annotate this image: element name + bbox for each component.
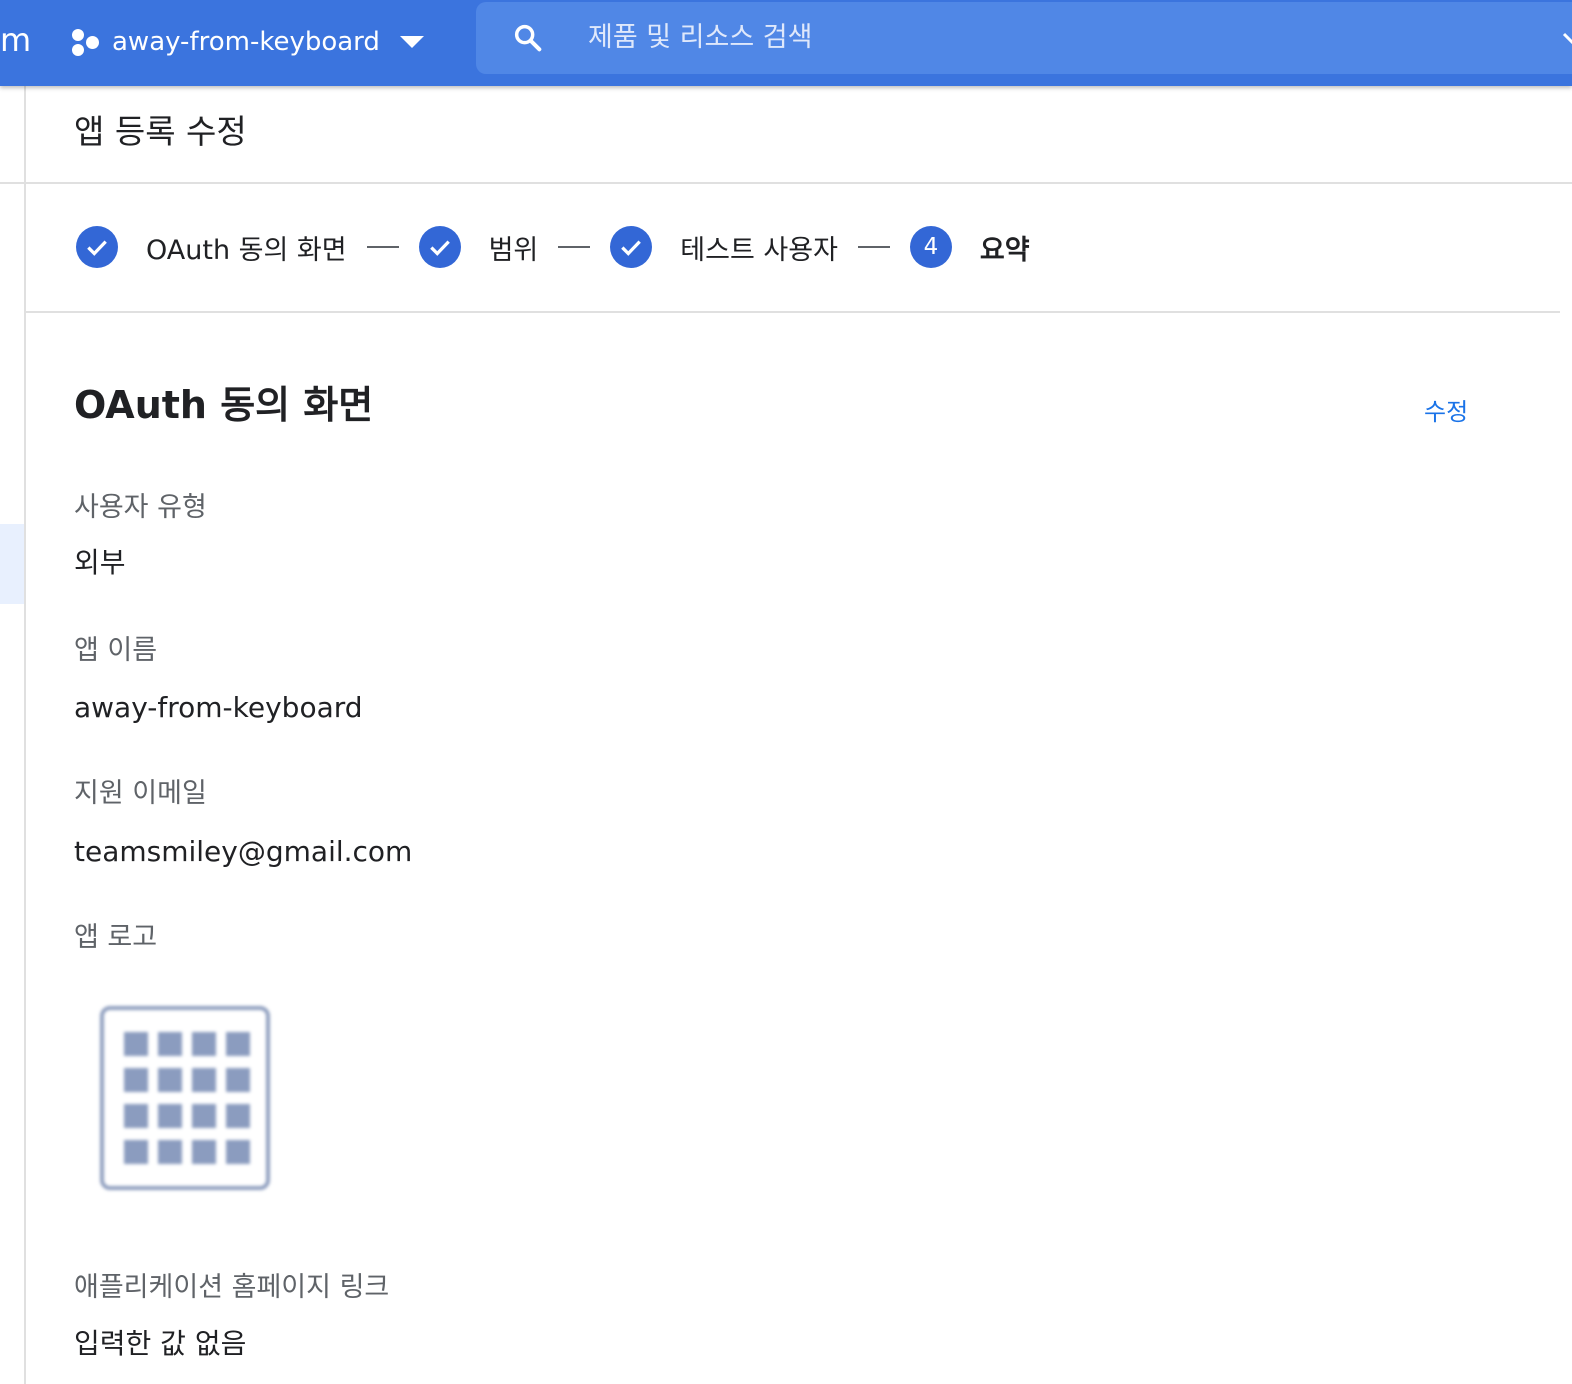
- step-number: 4: [909, 226, 952, 268]
- field-value-homepage-link: 입력한 값 없음: [74, 1327, 247, 1360]
- project-icon: [70, 27, 100, 57]
- field-label-support-email: 지원 이메일: [74, 778, 207, 809]
- project-name: away-from-keyboard: [112, 27, 380, 57]
- section-title: OAuth 동의 화면: [74, 383, 374, 427]
- step-summary[interactable]: 4 요약: [909, 226, 1030, 268]
- caret-down-icon: [399, 36, 424, 48]
- product-name-fragment[interactable]: m: [0, 18, 31, 62]
- page-title: 앱 등록 수정: [74, 112, 247, 151]
- check-icon: [418, 226, 461, 268]
- field-label-app-logo: 앱 로고: [74, 922, 158, 953]
- field-value-support-email: teamsmiley@gmail.com: [74, 835, 413, 868]
- left-nav-active-item[interactable]: [0, 524, 24, 604]
- field-label-user-type: 사용자 유형: [74, 492, 207, 523]
- step-separator: [857, 246, 890, 248]
- step-label: OAuth 동의 화면: [146, 234, 347, 266]
- check-icon: [76, 226, 118, 268]
- header-divider: [0, 182, 1572, 184]
- top-app-bar: m away-from-keyboard: [0, 0, 1572, 86]
- app-logo-placeholder-icon: [100, 1006, 270, 1190]
- step-label: 요약: [979, 234, 1030, 266]
- project-picker[interactable]: away-from-keyboard: [70, 20, 424, 64]
- field-value-user-type: 외부: [74, 546, 126, 579]
- field-value-app-name: away-from-keyboard: [74, 691, 363, 724]
- left-nav-rail: [0, 86, 26, 1384]
- edit-link[interactable]: 수정: [1424, 392, 1468, 427]
- chevron-down-icon[interactable]: [1560, 28, 1572, 50]
- step-oauth-consent[interactable]: OAuth 동의 화면: [76, 226, 347, 268]
- field-label-app-name: 앱 이름: [74, 635, 158, 666]
- step-test-users[interactable]: 테스트 사용자: [610, 226, 838, 268]
- step-label: 범위: [488, 234, 539, 266]
- search-icon[interactable]: [512, 22, 544, 54]
- field-label-homepage-link: 애플리케이션 홈페이지 링크: [74, 1272, 390, 1303]
- step-scopes[interactable]: 범위: [418, 226, 539, 268]
- search-input[interactable]: [586, 14, 1490, 60]
- step-separator: [366, 246, 399, 248]
- step-label: 테스트 사용자: [680, 234, 838, 266]
- step-separator: [558, 246, 591, 248]
- check-icon: [610, 226, 653, 268]
- stepper-divider: [24, 311, 1560, 313]
- registration-stepper: OAuth 동의 화면 범위 테스트 사용자 4 요약: [76, 224, 1030, 270]
- search-bar[interactable]: [476, 2, 1572, 74]
